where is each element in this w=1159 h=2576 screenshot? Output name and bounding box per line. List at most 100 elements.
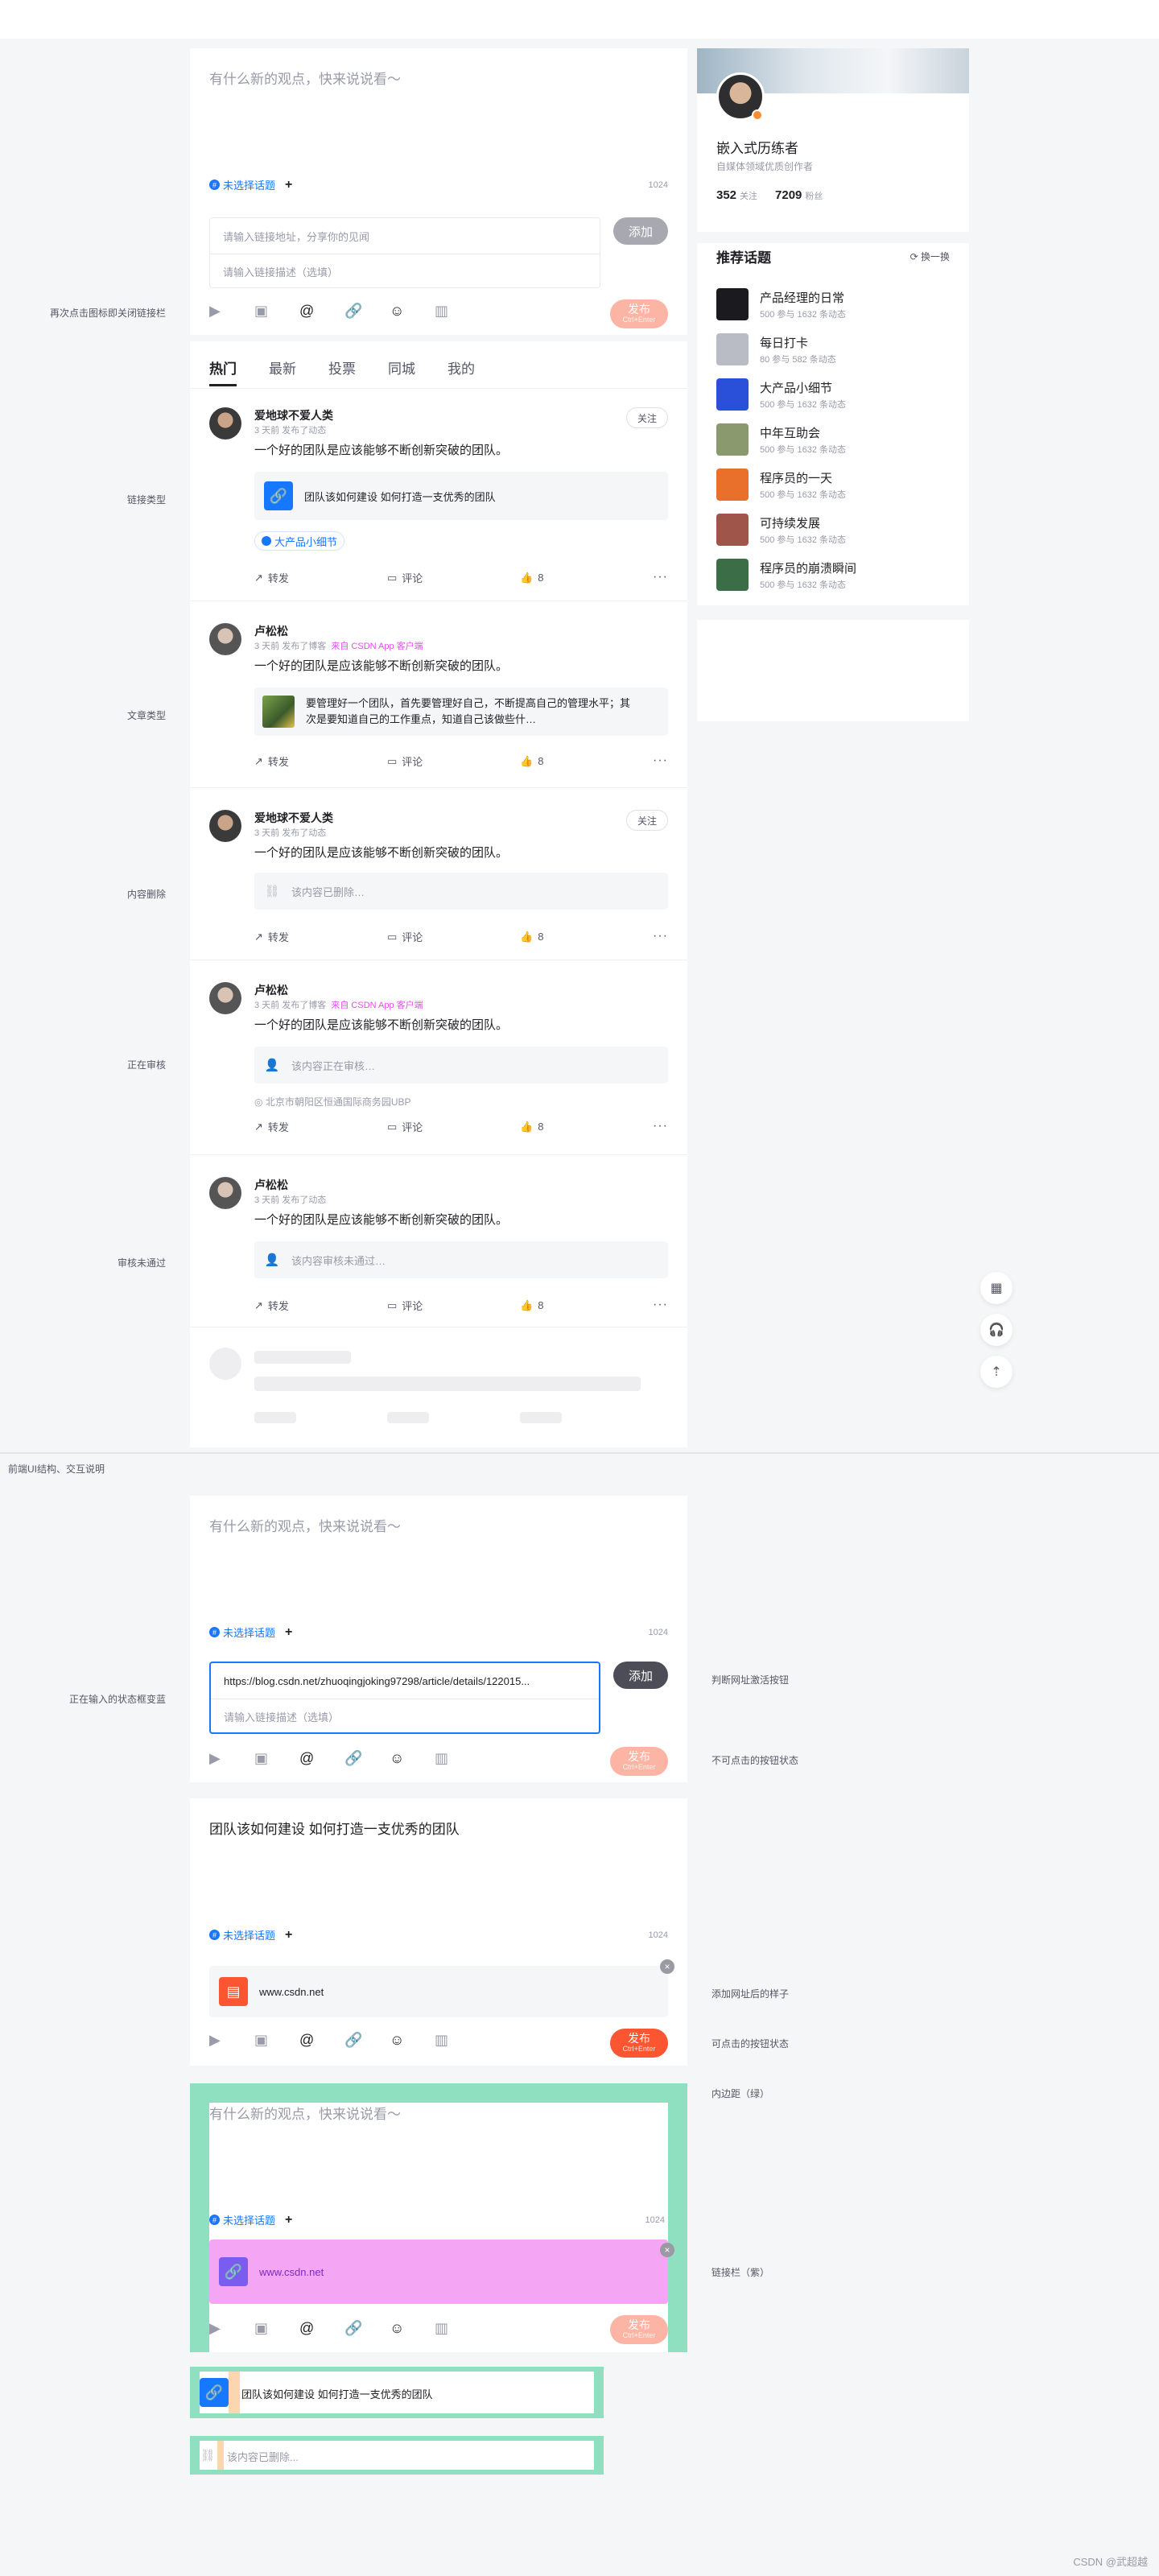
post-username[interactable]: 爱地球不爱人类 [254,407,333,423]
composer-placeholder[interactable]: 有什么新的观点，快来说说看～ [209,1515,401,1535]
post-username[interactable]: 卢松松 [254,982,288,998]
article-card[interactable]: 要管理好一个团队，首先要管理好自己，不断提高自己的管理水平；其 次是要知道自己的… [254,687,668,736]
forward-button[interactable]: ↗ 转发 [254,753,387,769]
composer-placeholder[interactable]: 有什么新的观点，快来说说看～ [209,68,401,88]
comment-button[interactable]: ▭ 评论 [387,1298,520,1313]
like-button[interactable]: 👍 8 [520,1119,653,1134]
link-desc-input[interactable]: 请输入链接描述（选填） [210,254,600,289]
avatar[interactable] [209,623,241,655]
at-icon[interactable]: @ [299,1747,344,1769]
refresh-button[interactable]: ⟳ 换一换 [910,250,950,263]
add-topic-button[interactable]: + [285,178,292,192]
video-icon[interactable]: ▶ [209,1747,254,1769]
forward-button[interactable]: ↗ 转发 [254,1298,387,1313]
at-icon[interactable]: @ [299,2029,344,2051]
topic-item[interactable]: 每日打卡 80 参与 582 条动态 [716,327,950,372]
emoji-icon[interactable]: ☺ [390,299,435,322]
video-icon[interactable]: ▶ [209,2317,254,2339]
video-icon[interactable]: ▶ [209,299,254,322]
composer-text[interactable]: 团队该如何建设 如何打造一支优秀的团队 [209,1818,460,1838]
like-button[interactable]: 👍 8 [520,753,653,769]
video-icon[interactable]: ▶ [209,2029,254,2051]
more-icon[interactable]: ··· [653,1119,668,1134]
topic-item[interactable]: 程序员的一天 500 参与 1632 条动态 [716,462,950,507]
link-icon-active[interactable]: 🔗 [344,299,390,322]
topic-selector[interactable]: # 未选择话题 + [209,1624,292,1640]
comment-button[interactable]: ▭ 评论 [387,1119,520,1134]
image-icon[interactable]: ▣ [254,2029,299,2051]
comment-button[interactable]: ▭ 评论 [387,570,520,585]
link-icon[interactable]: 🔗 [344,2029,390,2051]
forward-button[interactable]: ↗ 转发 [254,929,387,944]
more-icon[interactable]: ··· [653,1298,668,1313]
add-topic-button[interactable]: + [285,2213,292,2227]
forward-button[interactable]: ↗ 转发 [254,570,387,585]
fans-count[interactable]: 7209 [775,188,802,202]
tab-local[interactable]: 同城 [388,357,415,386]
post-username[interactable]: 卢松松 [254,1177,288,1193]
topic-item[interactable]: 程序员的崩溃瞬间 500 参与 1632 条动态 [716,552,950,597]
like-button[interactable]: 👍 8 [520,929,653,944]
image-icon[interactable]: ▣ [254,1747,299,1769]
topic-item[interactable]: 产品经理的日常 500 参与 1632 条动态 [716,282,950,327]
tab-vote[interactable]: 投票 [328,357,356,386]
publish-button-active[interactable]: 发布 Ctrl+Enter [610,2029,668,2058]
topic-item[interactable]: 大产品小细节 500 参与 1632 条动态 [716,372,950,417]
add-topic-button[interactable]: + [285,1928,292,1942]
more-icon[interactable]: ··· [653,929,668,944]
image-icon[interactable]: ▣ [254,2317,299,2339]
comment-button[interactable]: ▭ 评论 [387,753,520,769]
publish-button-disabled[interactable]: 发布 Ctrl+Enter [610,299,668,328]
topic-item[interactable]: 可持续发展 500 参与 1632 条动态 [716,507,950,552]
topic-selector[interactable]: # 未选择话题 + [209,1927,292,1942]
topic-tag[interactable]: 大产品小细节 [254,531,345,551]
customer-service-icon[interactable]: 🎧 [980,1314,1013,1346]
at-icon[interactable]: @ [299,2317,344,2339]
vote-icon[interactable]: ▥ [435,2029,480,2051]
link-url-input[interactable]: https://blog.csdn.net/zhuoqingjoking9729… [211,1663,599,1699]
forward-button[interactable]: ↗ 转发 [254,1119,387,1134]
vote-icon[interactable]: ▥ [435,1747,480,1769]
vote-icon[interactable]: ▥ [435,299,480,322]
post-username[interactable]: 爱地球不爱人类 [254,810,333,826]
link-icon[interactable]: 🔗 [344,2317,390,2339]
profile-name[interactable]: 嵌入式历练者 [716,137,798,157]
emoji-icon[interactable]: ☺ [390,1747,435,1769]
comment-button[interactable]: ▭ 评论 [387,929,520,944]
link-url-input[interactable]: 请输入链接地址，分享你的见闻 [210,218,600,254]
image-icon[interactable]: ▣ [254,299,299,322]
composer-placeholder[interactable]: 有什么新的观点，快来说说看～ [209,2103,401,2123]
topic-selector[interactable]: # 未选择话题 + [209,177,292,192]
at-icon[interactable]: @ [299,299,344,322]
close-icon[interactable]: × [660,2243,674,2257]
avatar[interactable] [209,982,241,1014]
link-icon[interactable]: 🔗 [344,1747,390,1769]
tab-latest[interactable]: 最新 [269,357,296,386]
emoji-icon[interactable]: ☺ [390,2317,435,2339]
vote-icon[interactable]: ▥ [435,2317,480,2339]
tab-hot[interactable]: 热门 [209,357,237,386]
follow-button[interactable]: 关注 [626,810,668,831]
avatar[interactable] [209,407,241,440]
more-icon[interactable]: ··· [653,753,668,769]
like-button[interactable]: 👍 8 [520,1298,653,1313]
publish-button-disabled[interactable]: 发布 Ctrl+Enter [610,2315,668,2344]
link-desc-input[interactable]: 请输入链接描述（选填） [211,1699,599,1734]
avatar[interactable] [209,1177,241,1209]
back-to-top-icon[interactable]: ⇡ [980,1356,1013,1388]
add-button-disabled[interactable]: 添加 [613,217,668,245]
close-icon[interactable]: × [660,1959,674,1974]
topic-selector[interactable]: # 未选择话题 + [209,2212,292,2227]
follows-count[interactable]: 352 [716,188,736,202]
post-username[interactable]: 卢松松 [254,623,288,639]
more-icon[interactable]: ··· [653,570,668,585]
emoji-icon[interactable]: ☺ [390,2029,435,2051]
qr-code-icon[interactable]: ▦ [980,1272,1013,1304]
link-card[interactable]: 🔗 团队该如何建设 如何打造一支优秀的团队 [254,472,668,520]
publish-button-disabled[interactable]: 发布 Ctrl+Enter [610,1747,668,1776]
add-button-active[interactable]: 添加 [613,1662,668,1689]
topic-item[interactable]: 中年互助会 500 参与 1632 条动态 [716,417,950,462]
add-topic-button[interactable]: + [285,1625,292,1640]
avatar[interactable] [209,810,241,842]
follow-button[interactable]: 关注 [626,407,668,428]
